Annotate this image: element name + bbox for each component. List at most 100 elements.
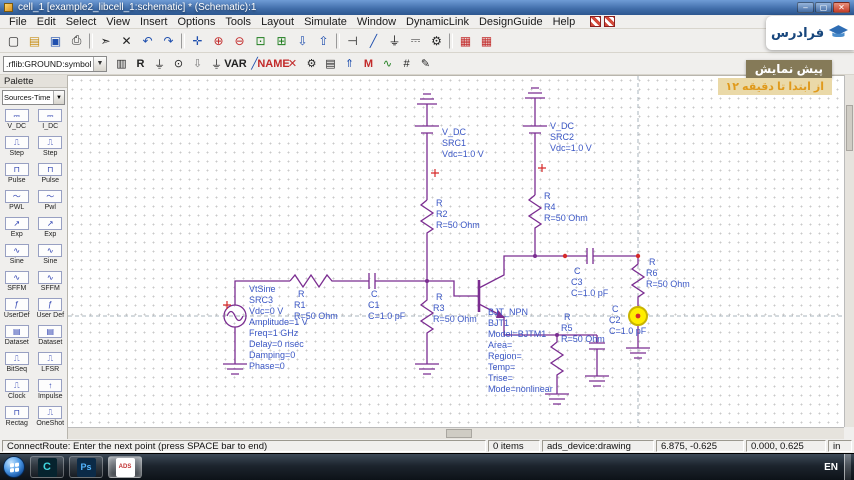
waveform-icon[interactable]: ∿ [378, 55, 397, 72]
deactivate-icon[interactable]: ✕ [283, 55, 302, 72]
selected-node-highlight[interactable] [628, 306, 648, 326]
palette-item[interactable]: ↗ Exp [0, 215, 34, 242]
stop-all-simulations-icon[interactable]: ▦ [476, 31, 497, 50]
separator[interactable] [181, 32, 185, 49]
palette-item[interactable]: ⎍ Step [0, 134, 34, 161]
var-icon[interactable]: VAR [224, 55, 246, 72]
insert-vdc-icon[interactable]: ⎓ [405, 31, 426, 50]
palette-item[interactable]: ⎍ OneShot [34, 404, 68, 431]
schematic-window-icon[interactable] [590, 16, 602, 27]
pop-out-icon[interactable]: ⇧ [313, 31, 334, 50]
palette-item[interactable]: ⎓ V_DC [0, 107, 34, 134]
simulate-gear-icon[interactable]: ⚙ [302, 55, 321, 72]
menu-item[interactable]: Select [61, 16, 102, 28]
menu-item[interactable]: Layout [256, 16, 299, 28]
menu-item[interactable]: Window [352, 16, 401, 28]
component-history-icon[interactable]: R [131, 55, 150, 72]
delete-icon[interactable]: ✕ [116, 31, 137, 50]
palette-item[interactable]: ⎍ BitSeq [0, 350, 34, 377]
minimize-button[interactable]: ‒ [797, 2, 814, 13]
palette-item[interactable]: ↑ Impulse [34, 377, 68, 404]
palette-item[interactable]: ⊓ Pulse [0, 161, 34, 188]
horizontal-scrollbar[interactable] [68, 427, 844, 439]
layout-window-icon[interactable] [604, 16, 616, 27]
palette-item[interactable]: ƒ User Def [34, 296, 68, 323]
select-pointer-icon[interactable]: ➣ [95, 31, 116, 50]
palette-item[interactable]: ⊓ Rectag [0, 404, 34, 431]
menu-item[interactable]: File [4, 16, 32, 28]
separator[interactable] [449, 32, 453, 49]
insert-ground-icon[interactable]: ⏚ [150, 55, 169, 72]
palette-item[interactable]: ⊓ Pulse [34, 161, 68, 188]
insert-ground-icon[interactable]: ⏚ [384, 31, 405, 50]
menu-item[interactable]: DesignGuide [474, 16, 548, 28]
menu-item[interactable]: Edit [32, 16, 61, 28]
palette-item[interactable]: ƒ UserDef [0, 296, 34, 323]
zoom-out-icon[interactable]: ⊖ [229, 31, 250, 50]
view-all-icon[interactable]: ⊞ [271, 31, 292, 50]
separator[interactable] [336, 32, 340, 49]
redo-icon[interactable]: ↷ [158, 31, 179, 50]
save-icon[interactable]: ▣ [45, 31, 66, 50]
horizontal-scrollbar-thumb[interactable] [446, 429, 472, 438]
palette-item[interactable]: ∿ Sine [34, 242, 68, 269]
arrow-down-icon[interactable]: ⇩ [188, 55, 207, 72]
insert-pin-icon[interactable]: ⊣ [342, 31, 363, 50]
chevron-down-icon[interactable]: ▼ [93, 56, 106, 71]
palette-category-select[interactable]: Sources-Time Don ▼ [2, 90, 65, 105]
vertical-scrollbar[interactable] [844, 75, 854, 427]
palette-item[interactable]: 〜 PWL [0, 188, 34, 215]
wire-label-icon[interactable]: NAME [257, 55, 289, 72]
palette-item[interactable]: ▤ Dataset [34, 323, 68, 350]
stop-simulation-icon[interactable]: ▦ [455, 31, 476, 50]
tune-icon[interactable]: M [359, 55, 378, 72]
palette-item[interactable]: ∿ Sine [0, 242, 34, 269]
menu-item[interactable]: Insert [135, 16, 173, 28]
palette-item[interactable]: ↗ Exp [34, 215, 68, 242]
edit-icon[interactable]: ✎ [416, 55, 435, 72]
palette-item[interactable]: ⎍ Clock [0, 377, 34, 404]
undo-icon[interactable]: ↶ [137, 31, 158, 50]
menu-item[interactable]: Help [548, 16, 581, 28]
show-desktop-button[interactable] [844, 453, 851, 480]
component-combo[interactable]: .rflib:GROUND:symbol ▼ [3, 55, 107, 72]
palette-item[interactable]: ⎍ LFSR [34, 350, 68, 377]
measure-icon[interactable]: # [397, 55, 416, 72]
simulation-settings-icon[interactable]: ⚙ [426, 31, 447, 50]
zoom-area-icon[interactable]: ⊡ [250, 31, 271, 50]
schematic-canvas[interactable]: VtSine SRC3 Vdc=0 V Amplitude=1 V Freq=1… [68, 75, 844, 427]
chevron-down-icon[interactable]: ▼ [53, 91, 64, 104]
palette-item[interactable]: ⎓ I_DC [34, 107, 68, 134]
vertical-scrollbar-thumb[interactable] [846, 105, 853, 151]
menu-item[interactable]: Simulate [299, 16, 352, 28]
console-app-button[interactable]: C [30, 456, 64, 478]
open-folder-icon[interactable]: ▤ [24, 31, 45, 50]
menu-item[interactable]: View [101, 16, 135, 28]
palette-item[interactable]: ∿ SFFM [0, 269, 34, 296]
palette-item[interactable]: ∿ SFFM [34, 269, 68, 296]
insert-wire-icon[interactable]: ╱ [363, 31, 384, 50]
pan-icon[interactable]: ✛ [187, 31, 208, 50]
close-button[interactable]: ✕ [833, 2, 850, 13]
title-bar[interactable]: cell_1 [example2_libcell_1:schematic] * … [0, 0, 854, 15]
palette-item[interactable]: ⎍ Step [34, 134, 68, 161]
palette-item[interactable]: 〜 Pwl [34, 188, 68, 215]
display-columns-icon[interactable]: ▤ [321, 55, 340, 72]
palette-item[interactable]: ▤ Dataset [0, 323, 34, 350]
library-list-icon[interactable]: ▥ [112, 55, 131, 72]
start-button[interactable] [3, 456, 25, 478]
menu-item[interactable]: Options [172, 16, 220, 28]
push-into-icon[interactable]: ⇩ [292, 31, 313, 50]
maximize-button[interactable]: ▢ [815, 2, 832, 13]
menu-item[interactable]: Tools [220, 16, 256, 28]
insert-port-icon[interactable]: ⊙ [169, 55, 188, 72]
photoshop-app-button[interactable]: Ps [69, 456, 103, 478]
print-icon[interactable]: ⎙ [66, 31, 87, 50]
separator[interactable] [89, 32, 93, 49]
menu-item[interactable]: DynamicLink [401, 16, 474, 28]
ads-app-button[interactable]: ADS [108, 456, 142, 478]
insert-ground-alt-icon[interactable]: ⏚ [207, 55, 226, 72]
optimize-up-icon[interactable]: ⇑ [340, 55, 359, 72]
language-indicator[interactable]: EN [824, 462, 838, 473]
new-file-icon[interactable]: ▢ [3, 31, 24, 50]
